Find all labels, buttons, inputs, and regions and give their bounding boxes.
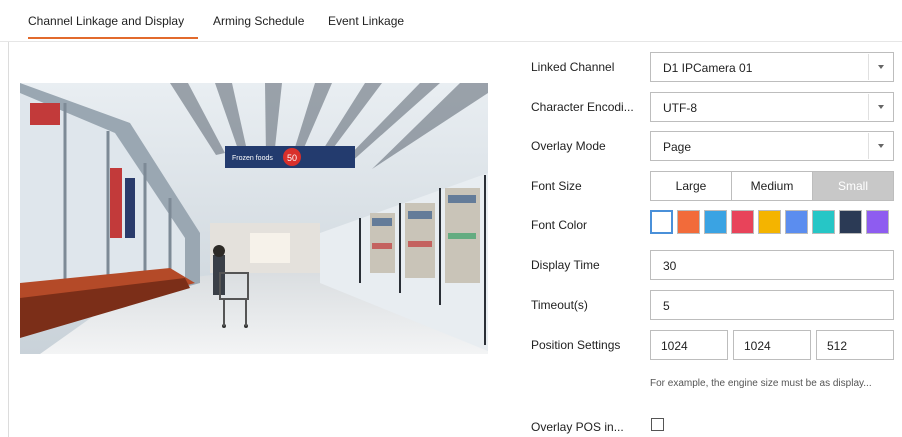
font-size-large-option[interactable]: Large (651, 172, 731, 200)
font-size-segmented: Large Medium Small (650, 171, 894, 201)
position-hint-text: For example, the engine size must be as … (650, 378, 872, 389)
font-color-picker (650, 210, 889, 236)
font-color-swatch[interactable] (704, 210, 727, 234)
display-time-input[interactable]: 30 (650, 250, 894, 280)
sign-text: Frozen foods (232, 155, 273, 162)
divider (8, 42, 9, 437)
position-y-value: 1024 (744, 339, 771, 353)
overlay-pos-checkbox[interactable] (651, 418, 664, 431)
display-time-label: Display Time (531, 258, 600, 272)
timeout-label: Timeout(s) (531, 298, 588, 312)
font-color-swatch[interactable] (650, 210, 673, 234)
overlay-mode-value: Page (663, 140, 692, 154)
character-encoding-value: UTF-8 (663, 101, 697, 115)
overlay-pos-label: Overlay POS in... (531, 420, 624, 434)
tab-arming-schedule[interactable]: Arming Schedule (213, 14, 304, 28)
font-color-swatch[interactable] (677, 210, 700, 234)
font-size-medium-option[interactable]: Medium (731, 172, 812, 200)
chevron-down-icon (868, 94, 892, 120)
overlay-mode-label: Overlay Mode (531, 139, 606, 153)
linked-channel-value: D1 IPCamera 01 (663, 61, 753, 75)
display-time-value: 30 (663, 259, 677, 273)
chevron-down-icon (868, 54, 892, 80)
position-w-input[interactable]: 512 (816, 330, 894, 360)
character-encoding-select[interactable]: UTF-8 (650, 92, 894, 122)
position-x-value: 1024 (661, 339, 688, 353)
position-x-input[interactable]: 1024 (650, 330, 728, 360)
timeout-value: 5 (663, 299, 670, 313)
linked-channel-select[interactable]: D1 IPCamera 01 (650, 52, 894, 82)
chevron-down-icon (868, 133, 892, 159)
font-color-swatch[interactable] (731, 210, 754, 234)
sign-badge: 50 (287, 153, 297, 163)
font-size-small-option[interactable]: Small (812, 172, 893, 200)
font-color-label: Font Color (531, 218, 588, 232)
linked-channel-label: Linked Channel (531, 60, 615, 74)
tab-channel-linkage[interactable]: Channel Linkage and Display (28, 14, 184, 28)
timeout-input[interactable]: 5 (650, 290, 894, 320)
position-w-value: 512 (827, 339, 848, 353)
position-settings-group: 1024 1024 512 (650, 330, 894, 360)
font-color-swatch[interactable] (839, 210, 862, 234)
position-y-input[interactable]: 1024 (733, 330, 811, 360)
active-tab-indicator (28, 37, 198, 39)
font-color-swatch[interactable] (812, 210, 835, 234)
tab-event-linkage[interactable]: Event Linkage (328, 14, 404, 28)
channel-preview-image: 50 Frozen foods (20, 83, 488, 354)
tab-bar: Channel Linkage and Display Arming Sched… (0, 0, 902, 42)
character-encoding-label: Character Encodi... (531, 100, 634, 114)
font-size-label: Font Size (531, 179, 582, 193)
font-color-swatch[interactable] (866, 210, 889, 234)
overlay-mode-select[interactable]: Page (650, 131, 894, 161)
font-color-swatch[interactable] (785, 210, 808, 234)
position-settings-label: Position Settings (531, 338, 621, 352)
font-color-swatch[interactable] (758, 210, 781, 234)
